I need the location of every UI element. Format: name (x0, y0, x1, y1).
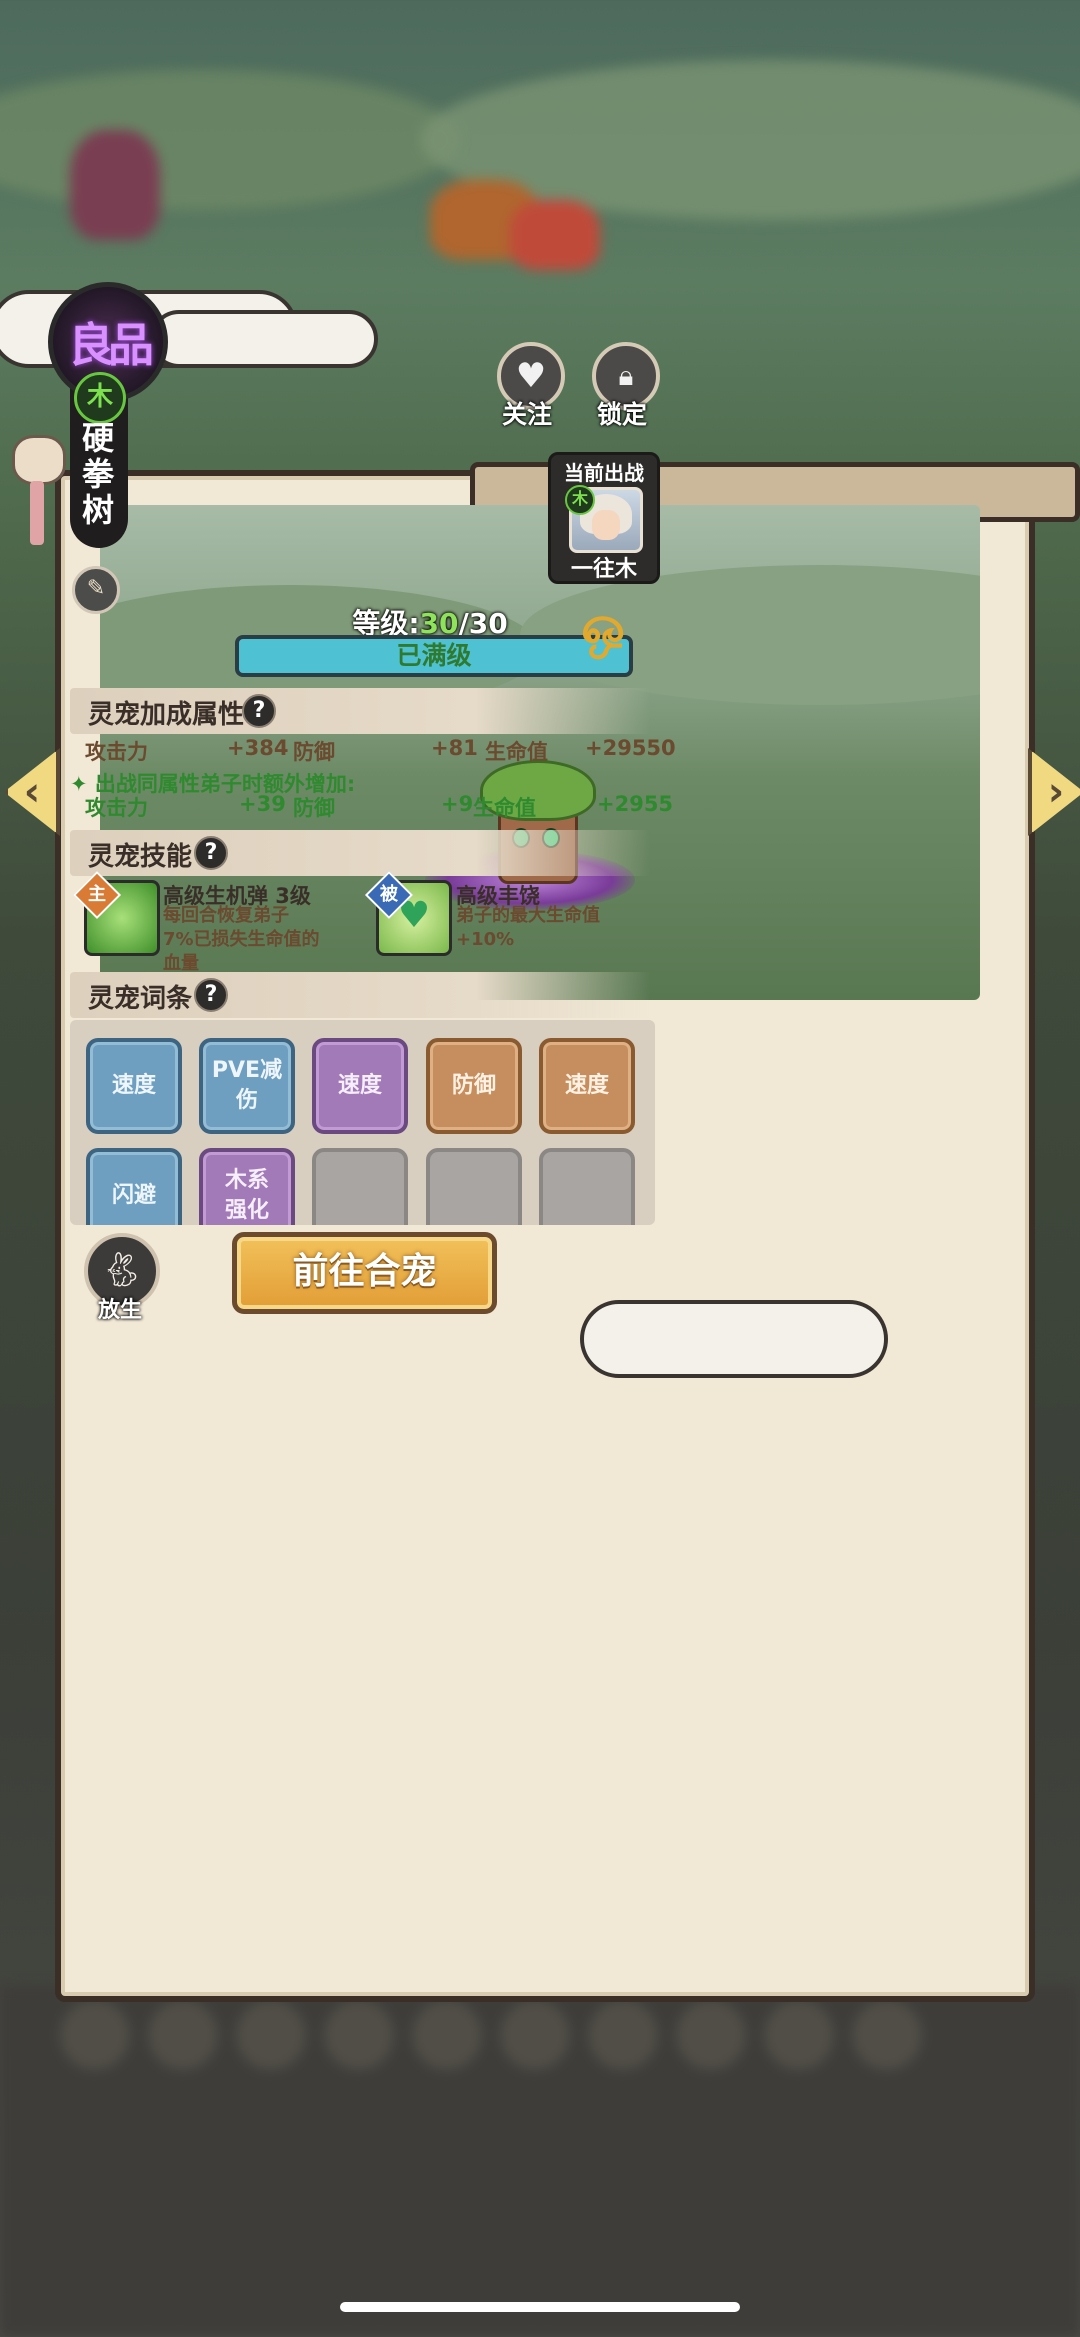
rename-brush-icon[interactable]: ✎ (72, 566, 120, 614)
section-title: 灵宠加成属性 (88, 700, 245, 730)
current-battle-card[interactable]: 当前出战 木 一往木 (548, 452, 660, 584)
stat-label: 攻击力 (85, 740, 148, 764)
stat-label: 生命值 (473, 796, 536, 820)
skill-description: 弟子的最大生命值 +10% (456, 905, 600, 950)
stat-value: +81 (431, 736, 478, 760)
extra-stats-row: 攻击力 +39 防御 +9 生命值 +2955 (85, 792, 673, 824)
stat-value: +29550 (585, 736, 676, 760)
help-icon[interactable]: ? (194, 836, 228, 870)
trait-slot-empty (539, 1148, 635, 1225)
trait-slot[interactable]: PVE减 伤 (199, 1038, 295, 1134)
cat-charm-icon (12, 425, 66, 545)
help-icon[interactable]: ? (242, 694, 276, 728)
help-icon[interactable]: ? (194, 978, 228, 1012)
trait-slot[interactable]: 速度 (539, 1038, 635, 1134)
swirl-cloud-icon[interactable]: ஒ (572, 594, 634, 658)
section-title: 灵宠技能 (88, 842, 193, 872)
release-label: 放生 (97, 1298, 142, 1323)
stat-value: +384 (227, 736, 289, 760)
stat-label: 生命值 (485, 740, 548, 764)
home-indicator (340, 2302, 740, 2312)
trait-slot-empty (426, 1148, 522, 1225)
trait-slot[interactable]: 木系 强化 (199, 1148, 295, 1225)
current-battle-title: 当前出战 (564, 461, 644, 485)
cloud-decoration (150, 310, 378, 368)
skills-section-header: 灵宠技能 ? (70, 830, 650, 876)
stat-value: +2955 (597, 792, 674, 816)
stat-value: +9 (441, 792, 474, 816)
wood-element-icon: 木 (74, 372, 126, 424)
stat-label: 防御 (293, 740, 335, 764)
merge-pet-button[interactable]: 前往合宠 (232, 1232, 497, 1314)
trait-grid: 速度 PVE减 伤 速度 防御 速度 闪避 木系 强化 (70, 1020, 655, 1225)
stat-value: +39 (239, 792, 286, 816)
section-title: 灵宠词条 (88, 984, 193, 1014)
skill-description: 每回合恢复弟子 7%已损失生命值的 血量 (163, 905, 320, 974)
follow-label: 关注 (501, 400, 552, 429)
disciple-name: 一往木 (570, 557, 637, 582)
trait-slot[interactable]: 速度 (312, 1038, 408, 1134)
trait-slot[interactable]: 闪避 (86, 1148, 182, 1225)
wood-element-icon: 木 (565, 485, 595, 515)
cloud-decoration (580, 1300, 888, 1378)
traits-section-header: 灵宠词条 ? (70, 972, 650, 1018)
stat-label: 防御 (293, 796, 335, 820)
trait-slot-empty (312, 1148, 408, 1225)
lock-label: 锁定 (596, 400, 647, 429)
stat-label: 攻击力 (85, 796, 148, 820)
bonus-section-header: 灵宠加成属性 ? (70, 688, 650, 734)
trait-slot[interactable]: 速度 (86, 1038, 182, 1134)
pet-name: 硬拳树 (81, 419, 114, 529)
bonus-stats-row: 攻击力 +384 防御 +81 生命值 +29550 (85, 736, 676, 768)
trait-slot[interactable]: 防御 (426, 1038, 522, 1134)
